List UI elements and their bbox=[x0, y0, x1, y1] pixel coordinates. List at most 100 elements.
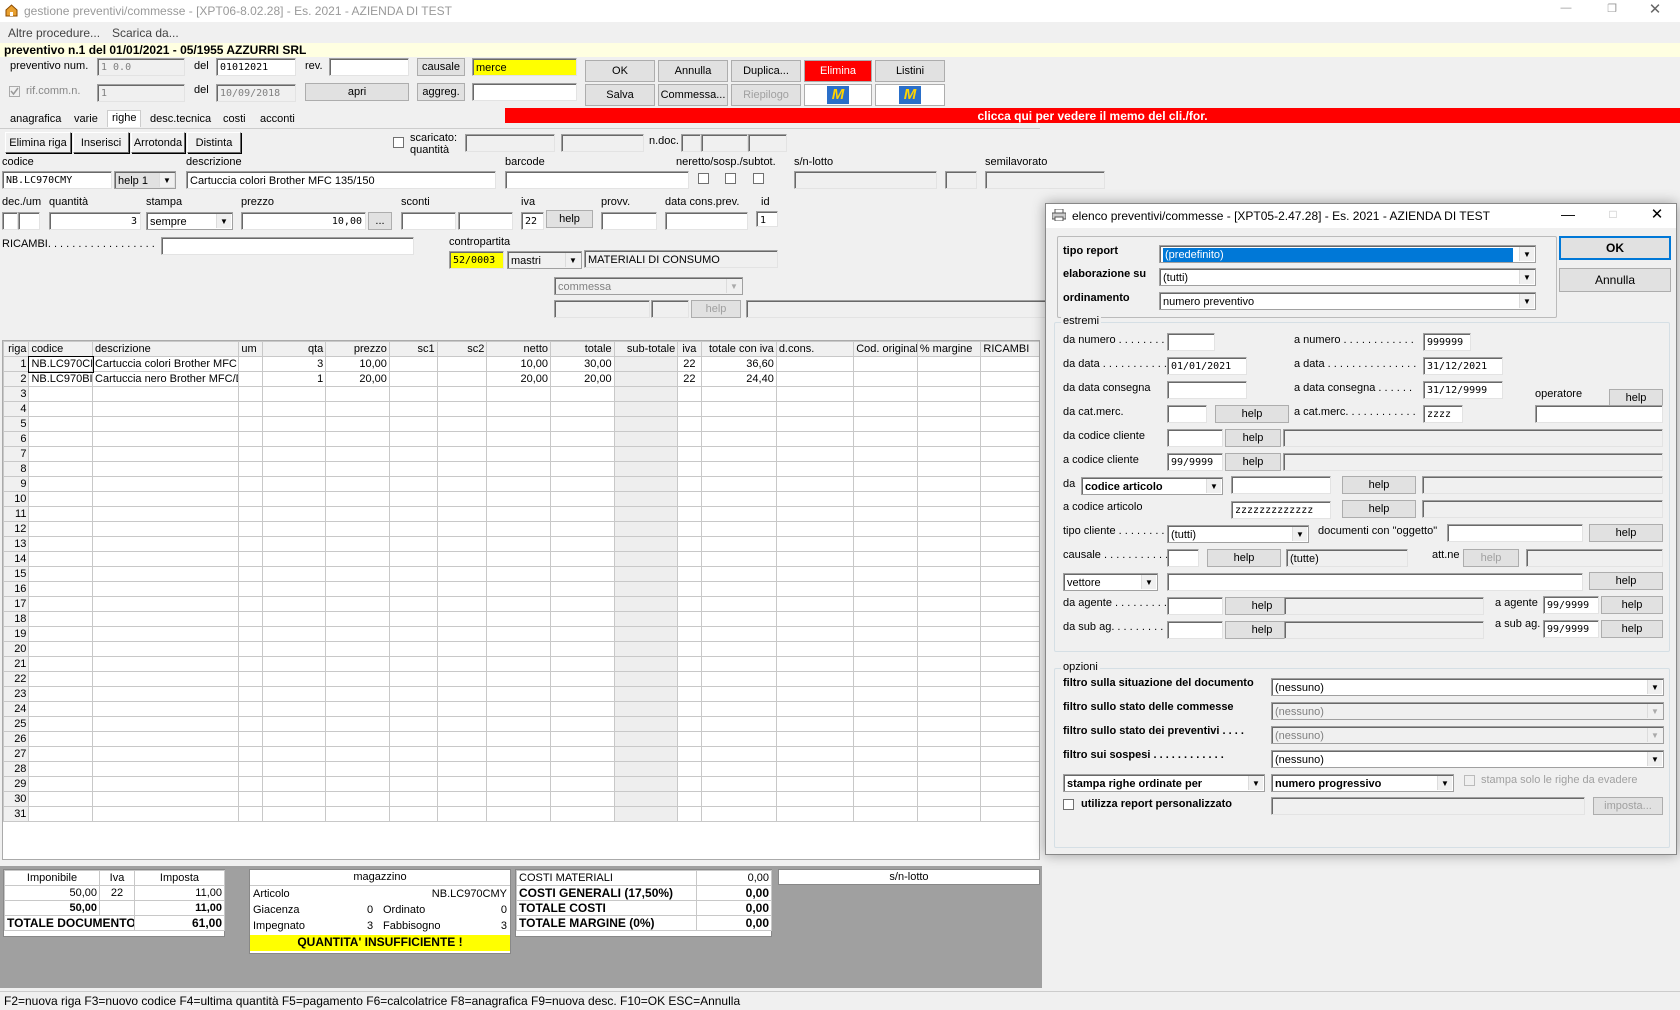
table-cell[interactable] bbox=[853, 506, 918, 522]
table-cell[interactable]: 17 bbox=[3, 596, 30, 612]
table-cell[interactable]: 28 bbox=[3, 761, 30, 777]
scaricato-field-2[interactable] bbox=[561, 134, 644, 152]
table-cell[interactable] bbox=[677, 476, 702, 492]
table-cell[interactable] bbox=[916, 536, 982, 552]
table-cell[interactable] bbox=[486, 641, 552, 657]
table-cell[interactable] bbox=[677, 446, 702, 462]
table-row[interactable]: 14 bbox=[3, 551, 1039, 567]
table-cell[interactable] bbox=[550, 581, 615, 597]
table-cell[interactable] bbox=[261, 806, 327, 822]
table-cell[interactable] bbox=[486, 761, 552, 777]
table-cell[interactable] bbox=[700, 491, 777, 507]
table-cell[interactable] bbox=[980, 416, 1039, 432]
table-cell[interactable] bbox=[238, 551, 263, 567]
table-cell[interactable] bbox=[550, 401, 615, 417]
table-cell[interactable] bbox=[238, 401, 263, 417]
table-cell[interactable] bbox=[388, 791, 438, 807]
data-cons-prev-field[interactable] bbox=[665, 212, 748, 230]
dialog-annulla-button[interactable]: Annulla bbox=[1559, 268, 1671, 292]
ricambi-field[interactable] bbox=[161, 237, 414, 255]
table-cell[interactable] bbox=[916, 371, 982, 387]
table-cell[interactable] bbox=[388, 461, 438, 477]
table-cell[interactable] bbox=[261, 626, 327, 642]
table-cell[interactable] bbox=[613, 716, 679, 732]
table-cell[interactable]: 20,00 bbox=[325, 371, 390, 387]
table-cell[interactable] bbox=[677, 746, 702, 762]
table-cell[interactable] bbox=[853, 626, 918, 642]
tab-anagrafica[interactable]: anagrafica bbox=[6, 112, 65, 129]
table-cell[interactable] bbox=[980, 596, 1039, 612]
table-cell[interactable] bbox=[325, 461, 390, 477]
table-cell[interactable] bbox=[28, 551, 94, 567]
table-cell[interactable] bbox=[916, 461, 982, 477]
oggetto-help-button[interactable]: help bbox=[1589, 524, 1663, 542]
barcode-field[interactable] bbox=[505, 171, 689, 189]
table-cell[interactable] bbox=[261, 491, 327, 507]
table-cell[interactable] bbox=[325, 401, 390, 417]
table-cell[interactable]: 29 bbox=[3, 776, 30, 792]
table-cell[interactable] bbox=[436, 521, 488, 537]
table-cell[interactable] bbox=[980, 551, 1039, 567]
table-cell[interactable] bbox=[980, 401, 1039, 417]
listini-button[interactable]: Listini bbox=[875, 60, 945, 82]
table-cell[interactable] bbox=[92, 746, 240, 762]
tab-costi[interactable]: costi bbox=[219, 112, 250, 129]
table-cell[interactable] bbox=[700, 761, 777, 777]
table-cell[interactable] bbox=[775, 521, 855, 537]
table-cell[interactable] bbox=[853, 701, 918, 717]
table-cell[interactable]: 8 bbox=[3, 461, 30, 477]
table-cell[interactable] bbox=[550, 521, 615, 537]
table-cell[interactable] bbox=[853, 791, 918, 807]
table-row[interactable]: 7 bbox=[3, 446, 1039, 462]
da-articolo-help-button[interactable]: help bbox=[1342, 476, 1416, 494]
table-cell[interactable] bbox=[92, 431, 240, 447]
table-cell[interactable] bbox=[853, 446, 918, 462]
table-cell[interactable] bbox=[613, 671, 679, 687]
table-cell[interactable] bbox=[775, 446, 855, 462]
table-cell[interactable] bbox=[486, 791, 552, 807]
table-cell[interactable] bbox=[700, 731, 777, 747]
imposta-button[interactable]: imposta... bbox=[1593, 797, 1663, 815]
table-cell[interactable] bbox=[238, 581, 263, 597]
table-row[interactable]: 28 bbox=[3, 761, 1039, 777]
da-subag-field[interactable] bbox=[1167, 621, 1223, 639]
table-cell[interactable] bbox=[325, 791, 390, 807]
table-cell[interactable] bbox=[775, 551, 855, 567]
table-cell[interactable] bbox=[238, 716, 263, 732]
a-cliente-field[interactable]: 99/9999 bbox=[1167, 453, 1223, 471]
date-field[interactable]: 01012021 bbox=[216, 58, 296, 76]
table-cell[interactable] bbox=[28, 581, 94, 597]
table-cell[interactable] bbox=[92, 566, 240, 582]
a-agente-help-button[interactable]: help bbox=[1601, 596, 1663, 614]
table-cell[interactable] bbox=[550, 431, 615, 447]
table-row[interactable]: 29 bbox=[3, 776, 1039, 792]
table-row[interactable]: 1 NB.LC970CI Cartuccia colori Brother MFC … bbox=[3, 355, 1039, 373]
table-row[interactable]: 12 bbox=[3, 521, 1039, 537]
table-cell[interactable] bbox=[238, 686, 263, 702]
table-cell[interactable] bbox=[853, 641, 918, 657]
table-cell[interactable] bbox=[916, 386, 982, 402]
table-cell[interactable]: 15 bbox=[3, 566, 30, 582]
table-cell[interactable] bbox=[613, 551, 679, 567]
table-cell[interactable] bbox=[916, 581, 982, 597]
table-cell[interactable] bbox=[388, 476, 438, 492]
da-tipo-select[interactable]: codice articolo ▼ bbox=[1081, 477, 1223, 495]
table-cell[interactable] bbox=[677, 431, 702, 447]
dialog-maximize-icon[interactable]: □ bbox=[1603, 207, 1623, 221]
table-cell[interactable] bbox=[916, 671, 982, 687]
table-cell[interactable] bbox=[916, 776, 982, 792]
table-cell[interactable] bbox=[28, 386, 94, 402]
table-cell[interactable] bbox=[388, 416, 438, 432]
table-cell[interactable] bbox=[550, 551, 615, 567]
table-cell[interactable] bbox=[28, 701, 94, 717]
table-cell[interactable] bbox=[28, 776, 94, 792]
table-cell[interactable]: 4 bbox=[3, 401, 30, 417]
table-cell[interactable] bbox=[261, 446, 327, 462]
table-cell[interactable] bbox=[775, 656, 855, 672]
table-cell[interactable] bbox=[853, 686, 918, 702]
table-cell[interactable] bbox=[388, 626, 438, 642]
table-cell[interactable] bbox=[486, 491, 552, 507]
table-cell[interactable] bbox=[261, 686, 327, 702]
table-cell[interactable] bbox=[238, 746, 263, 762]
table-row[interactable]: 26 bbox=[3, 731, 1039, 747]
